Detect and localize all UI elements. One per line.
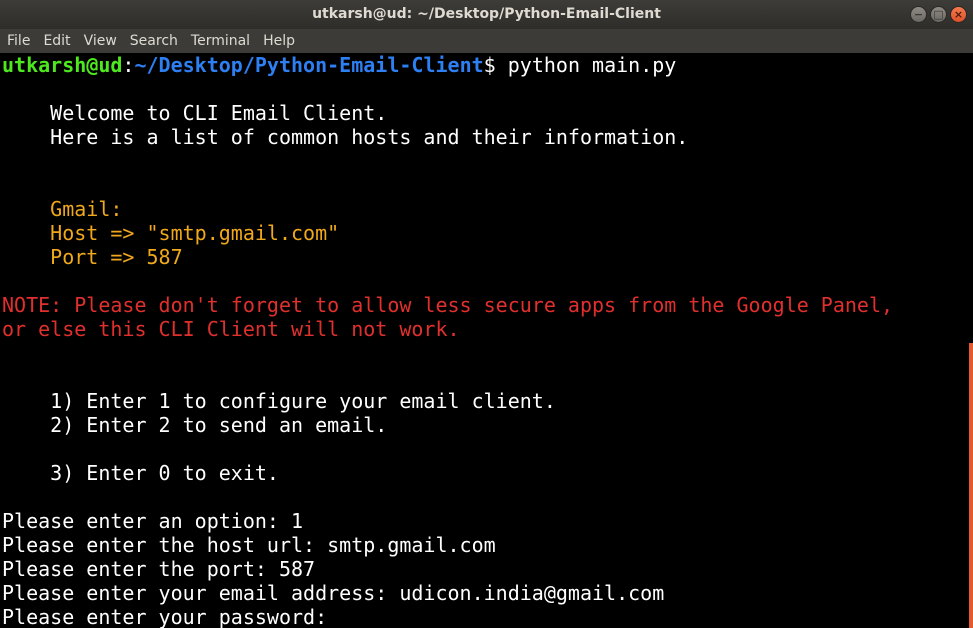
- menu-bar: File Edit View Search Terminal Help: [0, 29, 973, 53]
- prompt-user-host: utkarsh@ud: [2, 53, 123, 77]
- gmail-host-line: Host => "smtp.gmail.com": [2, 221, 340, 245]
- minimize-button[interactable]: −: [910, 6, 927, 23]
- note-line-2: or else this CLI Client will not work.: [2, 317, 460, 341]
- close-button[interactable]: ×: [950, 6, 967, 23]
- terminal-output[interactable]: utkarsh@ud:~/Desktop/Python-Email-Client…: [0, 53, 973, 628]
- menu-terminal[interactable]: Terminal: [184, 29, 256, 53]
- option-1-line: 1) Enter 1 to configure your email clien…: [2, 389, 556, 413]
- menu-search[interactable]: Search: [123, 29, 184, 53]
- prompt-command: python main.py: [495, 53, 677, 77]
- prompt-path: ~/Desktop/Python-Email-Client: [134, 53, 484, 77]
- maximize-button[interactable]: □: [930, 6, 947, 23]
- option-3-line: 3) Enter 0 to exit.: [2, 461, 279, 485]
- window-title: utkarsh@ud: ~/Desktop/Python-Email-Clien…: [312, 6, 661, 22]
- minimize-icon: −: [913, 8, 924, 21]
- menu-edit[interactable]: Edit: [36, 29, 76, 53]
- terminal-window: utkarsh@ud: ~/Desktop/Python-Email-Clien…: [0, 0, 973, 628]
- title-bar[interactable]: utkarsh@ud: ~/Desktop/Python-Email-Clien…: [0, 0, 973, 29]
- menu-help[interactable]: Help: [256, 29, 301, 53]
- input-port-line: Please enter the port: 587: [2, 557, 316, 581]
- welcome-line: Welcome to CLI Email Client.: [2, 101, 388, 125]
- menu-view[interactable]: View: [77, 29, 123, 53]
- prompt-dollar: $: [483, 53, 496, 77]
- terminal-scrollbar[interactable]: [969, 343, 973, 628]
- gmail-port-line: Port => 587: [2, 245, 183, 269]
- input-password-line: Please enter your password:: [2, 605, 340, 628]
- note-line-1: NOTE: Please don't forget to allow less …: [2, 293, 894, 317]
- prompt-line: utkarsh@ud:~/Desktop/Python-Email-Client…: [2, 53, 973, 77]
- hosts-intro-line: Here is a list of common hosts and their…: [2, 125, 689, 149]
- input-option-line: Please enter an option: 1: [2, 509, 304, 533]
- input-email-line: Please enter your email address: udicon.…: [2, 581, 665, 605]
- gmail-label-line: Gmail:: [2, 197, 123, 221]
- prompt-separator: :: [122, 53, 135, 77]
- window-controls: − □ ×: [910, 6, 967, 23]
- maximize-icon: □: [933, 8, 944, 21]
- close-icon: ×: [953, 8, 964, 21]
- option-2-line: 2) Enter 2 to send an email.: [2, 413, 388, 437]
- menu-file[interactable]: File: [0, 29, 36, 53]
- input-host-line: Please enter the host url: smtp.gmail.co…: [2, 533, 496, 557]
